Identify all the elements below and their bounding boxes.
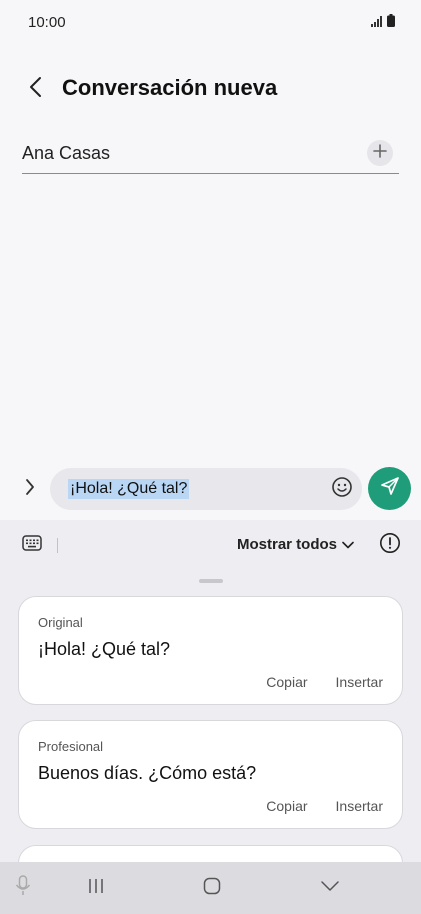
signal-icon <box>371 14 383 32</box>
suggestion-card-professional[interactable]: Profesional Buenos días. ¿Cómo está? Cop… <box>18 720 403 829</box>
message-composer: ¡Hola! ¿Qué tal? <box>0 466 421 512</box>
info-button[interactable] <box>378 532 402 559</box>
expand-options-button[interactable] <box>16 474 44 504</box>
keyboard-button[interactable] <box>20 534 44 556</box>
recents-button[interactable] <box>84 876 108 900</box>
message-input[interactable]: ¡Hola! ¿Qué tal? <box>50 468 362 510</box>
chevron-down-icon <box>342 536 354 553</box>
panel-toolbar: Mostrar todos <box>0 530 421 560</box>
recents-icon <box>87 878 105 899</box>
writing-assist-panel: Mostrar todos Original ¡Hola! ¿Qué tal? … <box>0 520 421 914</box>
copy-button[interactable]: Copiar <box>266 798 307 814</box>
home-icon <box>203 877 221 900</box>
show-all-label: Mostrar todos <box>237 536 338 553</box>
voice-input-button[interactable] <box>12 874 34 902</box>
microphone-icon <box>15 874 31 902</box>
emoji-button[interactable] <box>330 476 354 503</box>
recipient-name: Ana Casas <box>22 143 111 163</box>
battery-icon <box>387 14 395 32</box>
suggestion-actions: Copiar Insertar <box>266 674 383 690</box>
smiley-icon <box>331 476 353 503</box>
status-time: 10:00 <box>28 14 66 31</box>
page-title: Conversación nueva <box>62 75 278 100</box>
chevron-right-icon <box>25 478 35 501</box>
header: Conversación nueva <box>0 66 421 112</box>
show-all-dropdown[interactable]: Mostrar todos <box>237 536 354 553</box>
home-button[interactable] <box>200 876 224 900</box>
suggestion-card-original[interactable]: Original ¡Hola! ¿Qué tal? Copiar Inserta… <box>18 596 403 705</box>
suggestion-label: Profesional <box>38 739 104 754</box>
insert-button[interactable]: Insertar <box>336 798 383 814</box>
chevron-down-icon <box>320 879 340 897</box>
plus-icon <box>373 143 387 163</box>
recipient-field[interactable]: Ana Casas <box>22 136 399 174</box>
keyboard-icon <box>22 534 42 556</box>
screen: 10:00 Conversación nueva Ana Casas ¡Hola… <box>0 0 421 914</box>
insert-button[interactable]: Insertar <box>336 674 383 690</box>
suggestion-label: Original <box>38 615 83 630</box>
suggestion-actions: Copiar Insertar <box>266 798 383 814</box>
message-text[interactable]: ¡Hola! ¿Qué tal? <box>68 479 190 499</box>
drag-handle[interactable] <box>199 579 223 583</box>
toolbar-divider <box>57 538 58 553</box>
send-button[interactable] <box>368 467 411 510</box>
alert-circle-icon <box>379 532 401 559</box>
suggestion-text: ¡Hola! ¿Qué tal? <box>38 639 171 659</box>
back-button[interactable] <box>20 74 50 104</box>
copy-button[interactable]: Copiar <box>266 674 307 690</box>
status-icons <box>371 14 395 32</box>
hide-keyboard-button[interactable] <box>318 876 342 900</box>
paper-plane-icon <box>379 475 401 502</box>
navigation-bar <box>0 862 421 914</box>
status-bar: 10:00 <box>0 0 421 46</box>
chevron-left-icon <box>28 76 42 103</box>
add-recipient-button[interactable] <box>367 140 393 166</box>
suggestion-text: Buenos días. ¿Cómo está? <box>38 763 257 783</box>
